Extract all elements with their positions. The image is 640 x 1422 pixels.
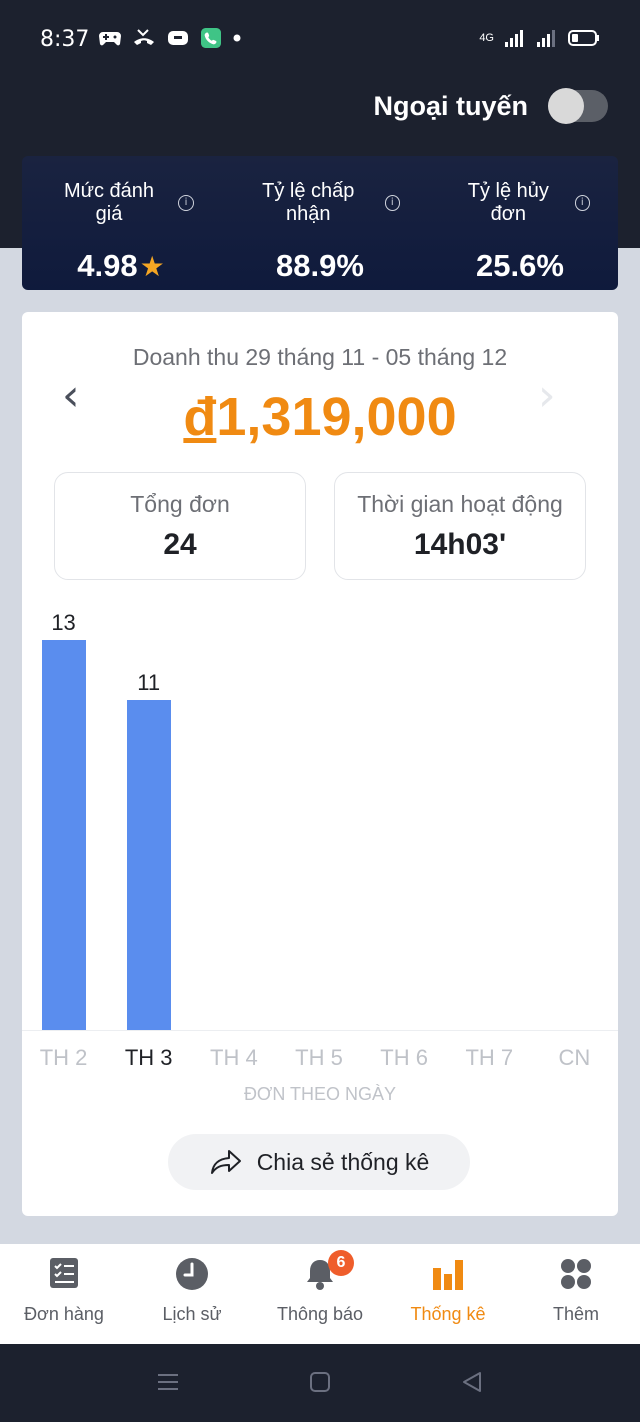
- bar-chart-icon: [433, 1260, 463, 1290]
- orders-icon: [50, 1258, 78, 1288]
- total-orders-box: Tổng đơn 24: [54, 472, 306, 580]
- nav-orders[interactable]: Đơn hàng: [0, 1244, 128, 1344]
- info-icon[interactable]: i: [178, 195, 194, 211]
- status-time: 8:37: [40, 27, 90, 52]
- system-status-icons: 4G: [479, 28, 600, 48]
- network-type: 4G: [479, 32, 494, 44]
- metric-rating-label: Mức đánh giá: [63, 180, 155, 225]
- share-stats-label: Chia sẻ thống kê: [256, 1148, 430, 1175]
- grid-icon: [561, 1259, 591, 1289]
- orders-by-day-chart: ĐƠN THEO NGÀY 13 TH 2 11 TH 3 TH 4 TH 5 TH 6 TH…: [22, 608, 618, 1104]
- menu-icon[interactable]: [156, 1370, 180, 1394]
- nav-orders-label: Đơn hàng: [24, 1304, 104, 1324]
- info-icon[interactable]: i: [574, 195, 590, 211]
- nav-notifications-label: Thông báo: [276, 1304, 364, 1324]
- nav-statistics-label: Thống kê: [410, 1304, 486, 1324]
- metric-cancellation: Tỷ lệ hủy đơn i 25.6%: [450, 180, 590, 284]
- chart-tick-label[interactable]: TH 6: [364, 1045, 444, 1071]
- metric-acceptance-label: Tỷ lệ chấp nhận: [262, 180, 355, 225]
- offline-row: Ngoại tuyến: [373, 88, 608, 124]
- nav-notifications[interactable]: 6 Thông báo: [256, 1244, 384, 1344]
- share-icon: [210, 1150, 241, 1174]
- clock-icon: [176, 1258, 208, 1290]
- toggle-knob: [548, 88, 584, 124]
- messenger-icon: [168, 31, 188, 45]
- period-label: Doanh thu 29 tháng 11 - 05 tháng 12: [132, 344, 508, 370]
- back-icon[interactable]: [460, 1370, 484, 1394]
- nav-more[interactable]: Thêm: [512, 1244, 640, 1344]
- active-time-value: 14h03': [413, 528, 507, 561]
- currency-symbol: đ: [183, 387, 217, 447]
- system-nav-bar: [0, 1344, 640, 1422]
- stats-card: Doanh thu 29 tháng 11 - 05 tháng 12 ‹ › …: [22, 312, 618, 1216]
- metric-acceptance: Tỷ lệ chấp nhận i 88.9%: [240, 180, 400, 284]
- metric-acceptance-value: 88.9%: [276, 248, 364, 283]
- phone-app-icon: [201, 28, 221, 48]
- battery-icon: [568, 30, 599, 46]
- nav-more-label: Thêm: [552, 1304, 599, 1324]
- metrics-card: Mức đánh giá i 4.98 ★ Tỷ lệ chấp nhận i …: [22, 156, 618, 290]
- chart-bar: [41, 640, 86, 1030]
- status-bar: 8:37 4G: [0, 0, 640, 78]
- signal-icon: [505, 30, 523, 47]
- total-orders-value: 24: [163, 528, 197, 561]
- chart-tick-label[interactable]: TH 2: [24, 1045, 104, 1071]
- revenue-amount: đ1,319,000: [22, 386, 618, 448]
- offline-toggle[interactable]: [548, 88, 608, 124]
- notification-badge: 6: [328, 1250, 354, 1276]
- metric-rating: Mức đánh giá i 4.98 ★: [48, 180, 194, 284]
- chart-caption: ĐƠN THEO NGÀY: [243, 1084, 397, 1104]
- nav-history[interactable]: Lịch sử: [128, 1244, 256, 1344]
- total-orders-label: Tổng đơn: [130, 491, 230, 517]
- signal-2-icon: [537, 30, 555, 47]
- nav-statistics[interactable]: Thống kê: [384, 1244, 512, 1344]
- dot-icon: [233, 34, 241, 42]
- missed-call-icon: [134, 29, 154, 45]
- metric-cancellation-value: 25.6%: [476, 248, 564, 283]
- notification-icons: [98, 28, 242, 48]
- metric-cancellation-label: Tỷ lệ hủy đơn: [467, 180, 549, 225]
- chart-baseline: [22, 1030, 618, 1031]
- gamepad-icon: [99, 32, 121, 46]
- bottom-nav: Đơn hàng Lịch sử 6 Thông báo Thống kê Th…: [0, 1244, 640, 1344]
- active-time-label: Thời gian hoạt động: [357, 491, 563, 517]
- chart-bar-label: 13: [51, 610, 76, 635]
- nav-history-label: Lịch sử: [162, 1304, 222, 1324]
- chart-tick-label[interactable]: TH 5: [279, 1045, 359, 1071]
- info-icon[interactable]: i: [384, 195, 400, 211]
- chart-bar: [126, 700, 171, 1030]
- star-icon: ★: [139, 250, 165, 282]
- offline-label: Ngoại tuyến: [373, 90, 528, 121]
- chart-tick-label[interactable]: TH 4: [194, 1045, 274, 1071]
- share-stats-button[interactable]: Chia sẻ thống kê: [168, 1134, 470, 1190]
- metric-rating-value: 4.98: [77, 248, 138, 283]
- chart-tick-label[interactable]: CN: [534, 1045, 614, 1071]
- revenue-value: 1,319,000: [216, 387, 457, 447]
- home-icon[interactable]: [308, 1370, 332, 1394]
- chart-tick-label[interactable]: TH 7: [449, 1045, 529, 1071]
- chart-tick-label[interactable]: TH 3: [109, 1045, 189, 1071]
- chart-bar-label: 11: [137, 670, 161, 695]
- active-time-box: Thời gian hoạt động 14h03': [334, 472, 586, 580]
